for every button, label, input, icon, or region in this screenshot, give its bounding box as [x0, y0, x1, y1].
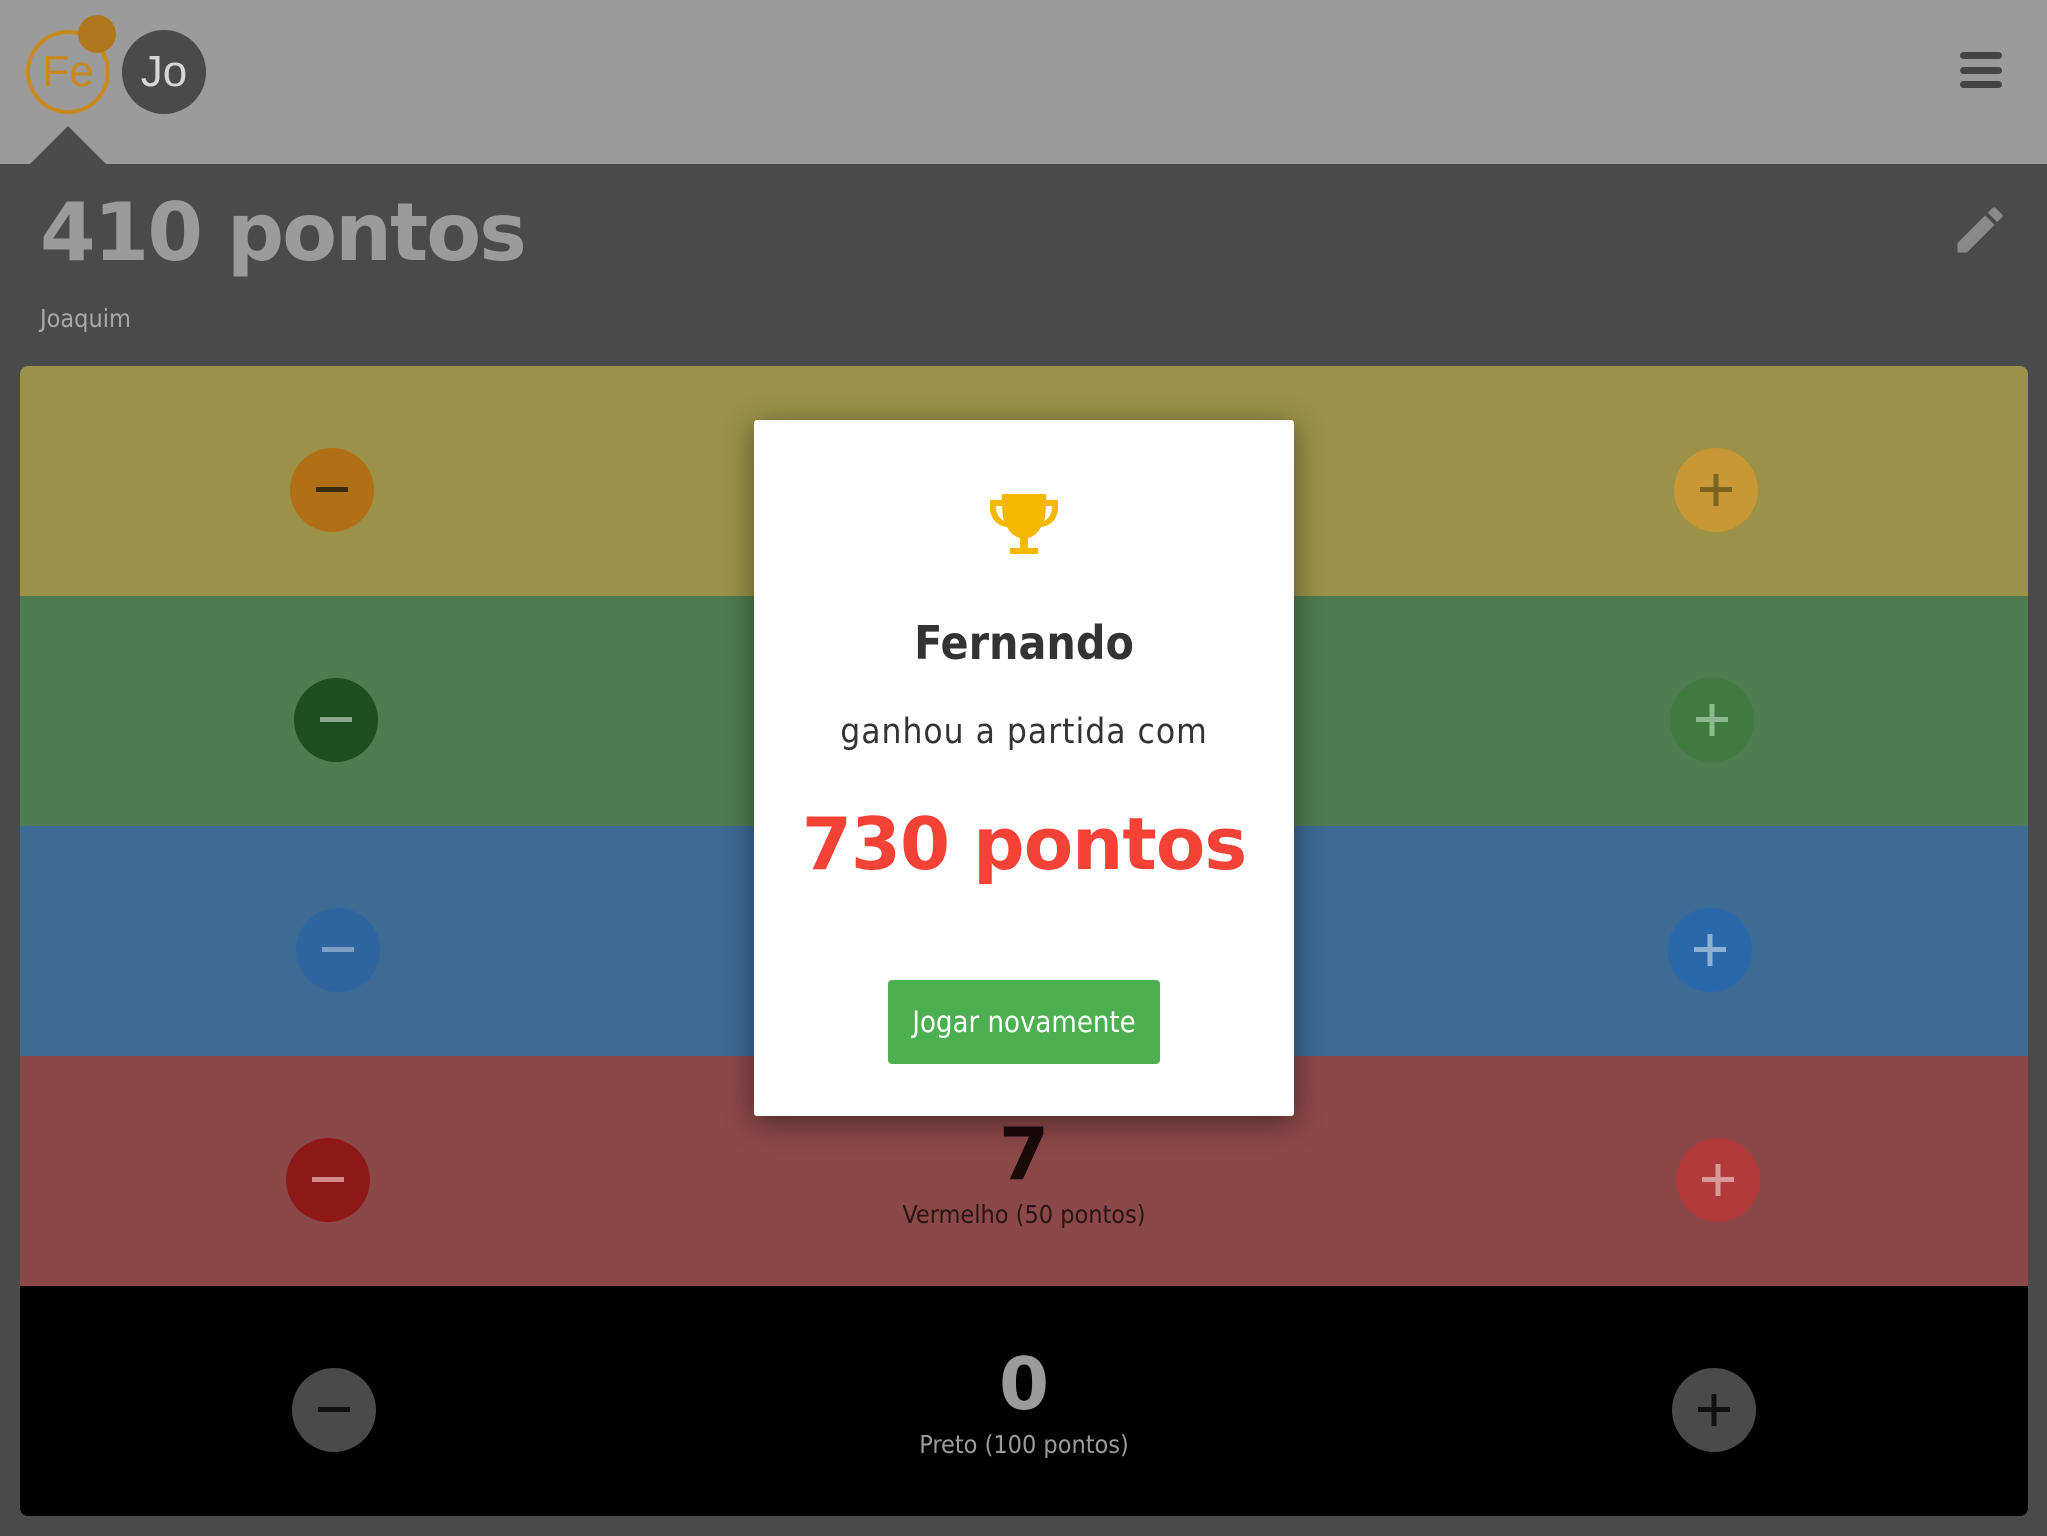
plus-icon: [1698, 1394, 1730, 1426]
avatar-initials: Jo: [140, 47, 188, 96]
minus-icon: [322, 947, 354, 952]
hamburger-menu-icon[interactable]: [1960, 52, 2002, 88]
plus-button-yellow[interactable]: [1674, 448, 1758, 532]
minus-icon: [320, 717, 352, 722]
player-avatar-joaquim[interactable]: Jo: [122, 30, 206, 114]
minus-icon: [316, 487, 348, 492]
plus-button-red[interactable]: [1676, 1138, 1760, 1222]
player-name: Joaquim: [40, 304, 131, 333]
plus-button-black[interactable]: [1672, 1368, 1756, 1452]
player-score-title: 410 pontos: [40, 186, 527, 279]
trophy-icon: [986, 490, 1062, 566]
active-player-pointer: [28, 126, 108, 166]
minus-button-yellow[interactable]: [290, 448, 374, 532]
top-bar: Fe Jo: [0, 0, 2047, 164]
pencil-icon[interactable]: [1950, 200, 2010, 260]
avatar-initials: Fe: [42, 47, 94, 96]
minus-button-blue[interactable]: [296, 908, 380, 992]
play-again-button[interactable]: Jogar novamente: [888, 980, 1160, 1064]
winner-name: Fernando: [914, 616, 1134, 670]
plus-icon: [1696, 704, 1728, 736]
notification-badge: [78, 15, 116, 53]
won-text: ganhou a partida com: [840, 712, 1208, 752]
row-black: 0 Preto (100 pontos): [20, 1286, 2028, 1516]
winner-dialog: Fernando ganhou a partida com 730 pontos…: [754, 420, 1294, 1116]
plus-button-green[interactable]: [1670, 678, 1754, 762]
minus-button-green[interactable]: [294, 678, 378, 762]
plus-icon: [1694, 934, 1726, 966]
winning-points: 730 pontos: [801, 802, 1247, 886]
plus-icon: [1702, 1164, 1734, 1196]
plus-icon: [1700, 474, 1732, 506]
plus-button-blue[interactable]: [1668, 908, 1752, 992]
